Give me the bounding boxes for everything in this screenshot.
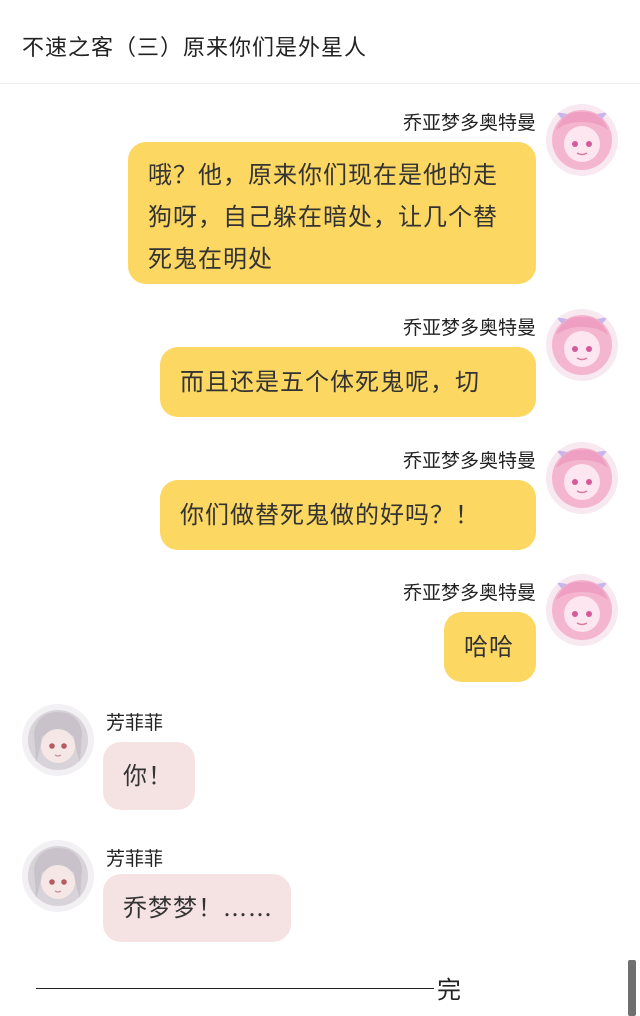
pink-anime-girl-avatar-icon[interactable] [546,104,618,176]
pink-anime-girl-avatar-icon[interactable] [546,309,618,381]
chat-page: 不速之客（三）原来你们是外星人 乔亚梦多奥特曼 哦？他，原来你们现在是他的走狗呀… [0,0,640,1016]
message-bubble: 你们做替死鬼做的好吗？！ [160,480,536,550]
sender-name: 乔亚梦多奥特曼 [402,450,536,472]
grey-haired-anime-girl-avatar-icon[interactable] [22,840,94,912]
ending-text: 完 [437,976,461,1004]
sender-name: 乔亚梦多奥特曼 [402,112,536,134]
sender-name: 乔亚梦多奥特曼 [402,317,536,339]
pink-anime-girl-avatar-icon[interactable] [546,574,618,646]
message-bubble: 乔梦梦！…… [103,874,291,942]
message-bubble: 哈哈 [444,612,536,682]
message-right-1: 乔亚梦多奥特曼 哦？他，原来你们现在是他的走狗呀，自己躲在暗处，让几个替死鬼在明… [0,100,640,286]
message-bubble: 而且还是五个体死鬼呢，切 [160,347,536,417]
sender-name: 芳菲菲 [106,712,164,734]
grey-haired-anime-girl-avatar-icon[interactable] [22,704,94,776]
sender-name: 乔亚梦多奥特曼 [402,582,536,604]
message-bubble: 哦？他，原来你们现在是他的走狗呀，自己躲在暗处，让几个替死鬼在明处 [128,142,536,284]
pink-anime-girl-avatar-icon[interactable] [546,442,618,514]
ending-divider-line [36,988,434,989]
chat-header: 不速之客（三）原来你们是外星人 [0,0,640,84]
sender-name: 芳菲菲 [106,848,164,870]
message-bubble: 你！ [103,742,195,810]
message-left-1: 芳菲菲 你！ [0,702,640,812]
message-right-2: 乔亚梦多奥特曼 而且还是五个体死鬼呢，切 [0,305,640,418]
message-right-4: 乔亚梦多奥特曼 哈哈 [0,570,640,683]
message-right-3: 乔亚梦多奥特曼 你们做替死鬼做的好吗？！ [0,438,640,551]
scrollbar-thumb[interactable] [628,960,636,1016]
chat-title: 不速之客（三）原来你们是外星人 [22,36,368,61]
message-left-2: 芳菲菲 乔梦梦！…… [0,838,640,948]
